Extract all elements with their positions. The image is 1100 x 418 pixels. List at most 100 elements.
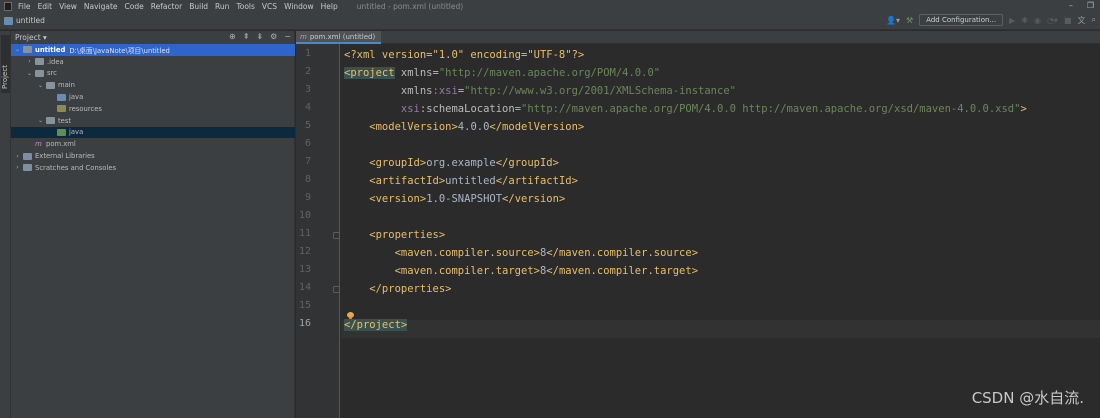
xml-declaration: <?xml version="1.0" encoding="UTF-8"?> [344,49,585,61]
user-icon[interactable]: 👤▾ [886,16,900,25]
tag-close: </maven.compiler.target> [546,265,699,277]
scratches-icon [23,164,32,172]
translate-icon[interactable]: 文 [1078,15,1086,26]
line-number: 13 [298,264,311,275]
settings-gear-icon[interactable]: ⚙ [270,32,277,41]
menu-tools[interactable]: Tools [236,2,254,11]
project-panel-title: Project [15,33,41,42]
panel-actions: ⊕ ⇞ ⇟ ⚙ − [229,32,291,41]
menu-navigate[interactable]: Navigate [84,2,118,11]
project-tree: ⌄ untitled D:\桌面\JavaNote\项目\untitled › … [11,44,295,174]
attr-name: xmlns= [394,67,439,79]
tree-item-label: test [58,116,72,125]
tree-item-label: .idea [47,57,64,66]
menu-bar: File Edit View Navigate Code Refactor Bu… [0,0,1100,12]
line-number: 4 [304,102,311,113]
tag-open: <modelVersion> [344,121,458,133]
code-line: <modelVersion>4.0.0</modelVersion> [344,118,584,136]
menu-vcs[interactable]: VCS [262,2,277,11]
run-icon[interactable]: ▶ [1009,16,1015,25]
code-line: <project xmlns="http://maven.apache.org/… [344,64,660,82]
stop-icon[interactable]: ■ [1064,16,1072,25]
search-icon[interactable]: ⌕ [1092,15,1096,25]
attr-value: "http://www.w3.org/2001/XMLSchema-instan… [464,85,736,97]
menu-code[interactable]: Code [125,2,144,11]
window-controls: – ❐ [1069,1,1094,10]
tree-item-label: java [69,128,84,137]
collapse-all-icon[interactable]: ⇞ [243,32,250,41]
tree-item-scratches[interactable]: › Scratches and Consoles [11,162,295,174]
coverage-icon[interactable]: ◉ [1034,16,1041,25]
project-view-selector[interactable]: Project ▾ [15,33,47,42]
chevron-down-icon[interactable]: ⌄ [14,46,21,53]
tag-open: <properties> [344,229,446,241]
restore-icon[interactable]: ❐ [1087,1,1094,10]
tree-item-label: resources [69,104,102,113]
chevron-right-icon[interactable]: › [14,164,21,171]
menu-help[interactable]: Help [321,2,338,11]
tree-item-test[interactable]: ⌄ test [11,115,295,127]
code-line: xsi:schemaLocation="http://maven.apache.… [344,100,1027,118]
code-line: <artifactId>untitled</artifactId> [344,172,578,190]
tree-item-main-java[interactable]: java [11,91,295,103]
profile-icon[interactable]: ◔▾ [1047,16,1058,25]
tree-item-idea[interactable]: › .idea [11,56,295,68]
code-line: <?xml version="1.0" encoding="UTF-8"?> [344,46,584,64]
project-tool-tab[interactable]: Project [1,35,10,93]
code-line: <groupId>org.example</groupId> [344,154,559,172]
current-line-highlight [341,320,1100,338]
tree-item-main[interactable]: ⌄ main [11,79,295,91]
tool-window-strip: Project [0,31,11,418]
tree-item-external-libraries[interactable]: › External Libraries [11,150,295,162]
chevron-down-icon[interactable]: ⌄ [37,117,44,124]
build-hammer-icon[interactable]: ⚒ [906,16,913,25]
run-configuration-button[interactable]: Add Configuration... [919,14,1004,26]
hide-panel-icon[interactable]: − [284,32,291,41]
locate-file-icon[interactable]: ⊕ [229,32,236,41]
tree-item-test-java[interactable]: java [11,126,295,139]
line-number: 14 [298,282,311,293]
menu-view[interactable]: View [59,2,77,11]
chevron-down-icon[interactable]: ⌄ [26,70,33,77]
fold-marker-icon[interactable] [333,286,340,293]
app-logo-icon [4,1,12,11]
resources-folder-icon [57,105,66,113]
chevron-right-icon[interactable]: › [14,153,21,160]
line-number: 12 [298,246,311,257]
tree-item-untitled[interactable]: ⌄ untitled D:\桌面\JavaNote\项目\untitled [11,44,295,56]
fold-marker-icon[interactable] [333,232,340,239]
line-number: 1 [304,48,311,59]
folder-icon [35,58,44,66]
tag-close: </groupId> [495,157,559,169]
chevron-down-icon[interactable]: ⌄ [37,82,44,89]
menu-build[interactable]: Build [189,2,208,11]
menu-edit[interactable]: Edit [38,2,53,11]
namespace: :xsi [432,85,458,97]
chevron-right-icon[interactable]: › [26,58,33,65]
line-number: 6 [304,138,311,149]
minimize-icon[interactable]: – [1069,1,1073,10]
toolbar: 👤▾ ⚒ Add Configuration... ▶ ✱ ◉ ◔▾ ■ 文 ⌕ [886,14,1096,26]
tree-item-resources[interactable]: resources [11,103,295,115]
debug-icon[interactable]: ✱ [1021,16,1028,25]
project-folder-icon [4,16,13,25]
tab-pom-xml[interactable]: m pom.xml (untitled) [296,31,382,44]
tag-close: </artifactId> [495,175,578,187]
expand-all-icon[interactable]: ⇟ [256,32,263,41]
menu-run[interactable]: Run [215,2,229,11]
menu-refactor[interactable]: Refactor [151,2,182,11]
tree-item-label: java [69,93,84,102]
line-number: 7 [304,156,311,167]
line-number: 8 [304,174,311,185]
tree-item-pom[interactable]: m pom.xml [11,138,295,150]
tree-item-label: untitled [35,45,66,54]
menu-file[interactable]: File [18,2,31,11]
menu-window[interactable]: Window [284,2,314,11]
breadcrumb-project[interactable]: untitled [16,16,45,25]
editor-tab-bar: m pom.xml (untitled) [296,31,1100,44]
attr-name: xmlns [344,85,433,97]
tree-item-src[interactable]: ⌄ src [11,68,295,80]
tree-item-label: main [58,81,75,90]
tag-open: <version> [344,193,427,205]
editor: m pom.xml (untitled) 1 2 3 4 5 6 7 8 9 1… [296,31,1100,418]
